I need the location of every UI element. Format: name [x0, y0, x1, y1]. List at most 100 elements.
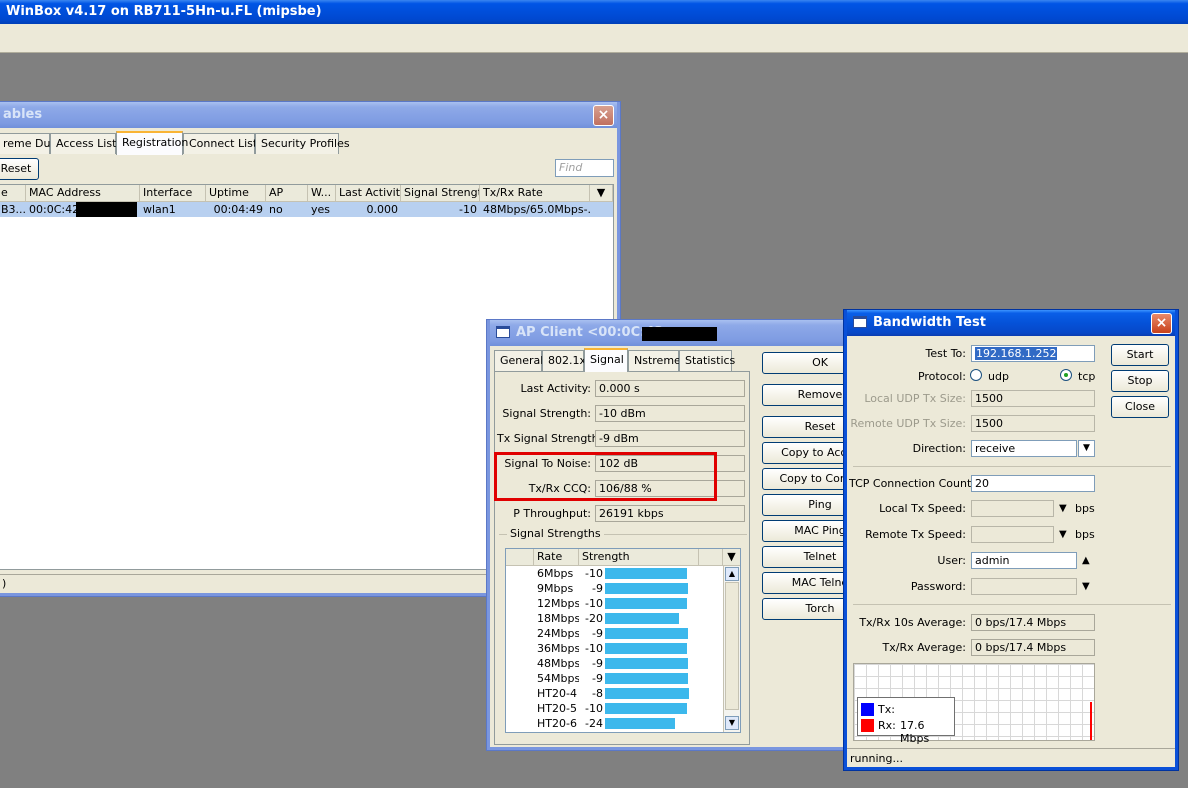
table-row[interactable]: B3... 00:0C:42: wlan1 00:04:49 no yes 0.… — [0, 202, 613, 217]
user-input[interactable]: admin — [971, 552, 1077, 569]
password-dropdown-icon[interactable]: ▼ — [1082, 581, 1090, 593]
list-item[interactable]: HT20-4 -8 — [506, 686, 723, 701]
test-to-input[interactable]: 192.168.1.252 — [971, 345, 1095, 362]
close-button[interactable]: Close — [1111, 396, 1169, 418]
col-uptime[interactable]: Uptime — [206, 185, 266, 202]
local-speed-input[interactable] — [971, 500, 1054, 517]
tx-signal-value: -9 dBm — [595, 430, 745, 447]
strength-bar — [605, 658, 688, 669]
tx-swatch — [861, 703, 874, 716]
col-wds[interactable]: W... — [308, 185, 336, 202]
find-input[interactable]: Find — [555, 159, 614, 177]
signal-strength-value: -10 dBm — [595, 405, 745, 422]
strength-cell: -9 — [592, 672, 603, 685]
signal-panel: Last Activity: 0.000 s Signal Strength: … — [494, 371, 750, 745]
tab-signal[interactable]: Signal — [584, 348, 628, 372]
tab-general[interactable]: General — [494, 350, 543, 371]
list-item[interactable]: 48Mbps -9 — [506, 656, 723, 671]
tab-nstreme[interactable]: Nstreme — [628, 350, 681, 371]
columns-menu[interactable]: ▼ — [723, 549, 740, 566]
tab-nstreme-dual[interactable]: reme Dual — [0, 133, 60, 154]
list-item[interactable]: 9Mbps -9 — [506, 581, 723, 596]
direction-select[interactable]: receive — [971, 440, 1077, 457]
rate-cell: 6Mbps — [537, 567, 574, 580]
rate-cell: 24Mbps — [537, 627, 579, 640]
scroll-up-icon[interactable]: ▲ — [725, 567, 739, 581]
rx-swatch — [861, 719, 874, 732]
list-item[interactable]: HT20-6 -24 — [506, 716, 723, 731]
rate-cell: 18Mbps — [537, 612, 579, 625]
strength-cell: -24 — [585, 717, 603, 730]
list-item[interactable]: 6Mbps -10 — [506, 566, 723, 581]
tab-statistics[interactable]: Statistics — [679, 350, 735, 371]
list-item[interactable]: 54Mbps -9 — [506, 671, 723, 686]
direction-dropdown-icon[interactable]: ▼ — [1078, 440, 1095, 457]
list-item[interactable]: 24Mbps -9 — [506, 626, 723, 641]
scroll-down-icon[interactable]: ▼ — [725, 716, 739, 730]
strength-cell: -9 — [592, 582, 603, 595]
col-ap[interactable]: AP — [266, 185, 308, 202]
strength-bar — [605, 628, 688, 639]
col-interface[interactable]: Interface — [140, 185, 206, 202]
strength-bar — [605, 643, 687, 654]
avg10-label: Tx/Rx 10s Average: — [859, 616, 966, 629]
highlight-box — [494, 452, 717, 501]
tab-8021x[interactable]: 802.1x — [542, 350, 586, 371]
test-to-value: 192.168.1.252 — [975, 347, 1058, 360]
status-text: ) — [2, 577, 7, 590]
remote-speed-input[interactable] — [971, 526, 1054, 543]
cell-last-activity: 0.000 — [366, 203, 399, 216]
start-button[interactable]: Start — [1111, 344, 1169, 366]
separator — [853, 466, 1171, 467]
avg-label: Tx/Rx Average: — [882, 641, 966, 654]
strength-cell: -10 — [585, 642, 603, 655]
bandwidth-test-titlebar: Bandwidth Test × — [847, 310, 1175, 336]
scroll-thumb[interactable] — [725, 582, 739, 710]
strength-cell: -10 — [585, 702, 603, 715]
remote-speed-dropdown-icon[interactable]: ▼ — [1059, 529, 1067, 541]
local-speed-dropdown-icon[interactable]: ▼ — [1059, 503, 1067, 515]
list-item[interactable]: 36Mbps -10 — [506, 641, 723, 656]
close-button[interactable]: × — [593, 105, 614, 126]
udp-radio[interactable] — [970, 369, 982, 381]
last-activity-label: Last Activity: — [520, 382, 591, 395]
throughput-value: 26191 kbps — [595, 505, 745, 522]
col-radio[interactable]: e — [0, 185, 26, 202]
rate-cell: 9Mbps — [537, 582, 574, 595]
strength-bar — [605, 568, 687, 579]
list-item[interactable]: HT20-5 -10 — [506, 701, 723, 716]
reset-button[interactable]: Reset — [0, 158, 39, 180]
col-last-activity[interactable]: Last Activit... — [336, 185, 401, 202]
user-collapse-icon[interactable]: ▲ — [1082, 555, 1090, 567]
cell-signal: -10 — [459, 203, 477, 216]
cell-radio: B3... — [1, 203, 26, 216]
col-rate[interactable]: Rate — [534, 549, 579, 566]
columns-menu[interactable]: ▼ — [590, 185, 613, 202]
local-udp-input[interactable]: 1500 — [971, 390, 1095, 407]
tcp-radio[interactable] — [1060, 369, 1072, 381]
col-strength[interactable]: Strength — [579, 549, 699, 566]
col-tx-rx-rate[interactable]: Tx/Rx Rate — [480, 185, 590, 202]
list-item[interactable]: 12Mbps -10 — [506, 596, 723, 611]
throughput-label: P Throughput: — [513, 507, 591, 520]
tab-connect-list[interactable]: Connect List — [183, 133, 257, 154]
stop-button[interactable]: Stop — [1111, 370, 1169, 392]
tab-access-list[interactable]: Access List — [50, 133, 116, 154]
redaction-block — [642, 327, 717, 341]
tcp-count-label: TCP Connection Count: — [849, 477, 975, 490]
close-button[interactable]: × — [1151, 313, 1172, 334]
col-signal-strength[interactable]: Signal Strengt... — [401, 185, 480, 202]
rate-cell: HT20-5 — [537, 702, 577, 715]
scrollbar[interactable]: ▲ ▼ — [723, 566, 740, 732]
list-item[interactable]: 18Mbps -20 — [506, 611, 723, 626]
separator — [853, 604, 1171, 605]
password-input[interactable] — [971, 578, 1077, 595]
rate-cell: 36Mbps — [537, 642, 579, 655]
tcp-count-input[interactable]: 20 — [971, 475, 1095, 492]
local-speed-unit: bps — [1075, 502, 1095, 515]
status-text: running... — [850, 752, 903, 765]
tab-security-profiles[interactable]: Security Profiles — [255, 133, 350, 154]
tab-registration[interactable]: Registration — [116, 131, 188, 155]
remote-udp-input[interactable]: 1500 — [971, 415, 1095, 432]
col-mac-address[interactable]: MAC Address — [26, 185, 140, 202]
